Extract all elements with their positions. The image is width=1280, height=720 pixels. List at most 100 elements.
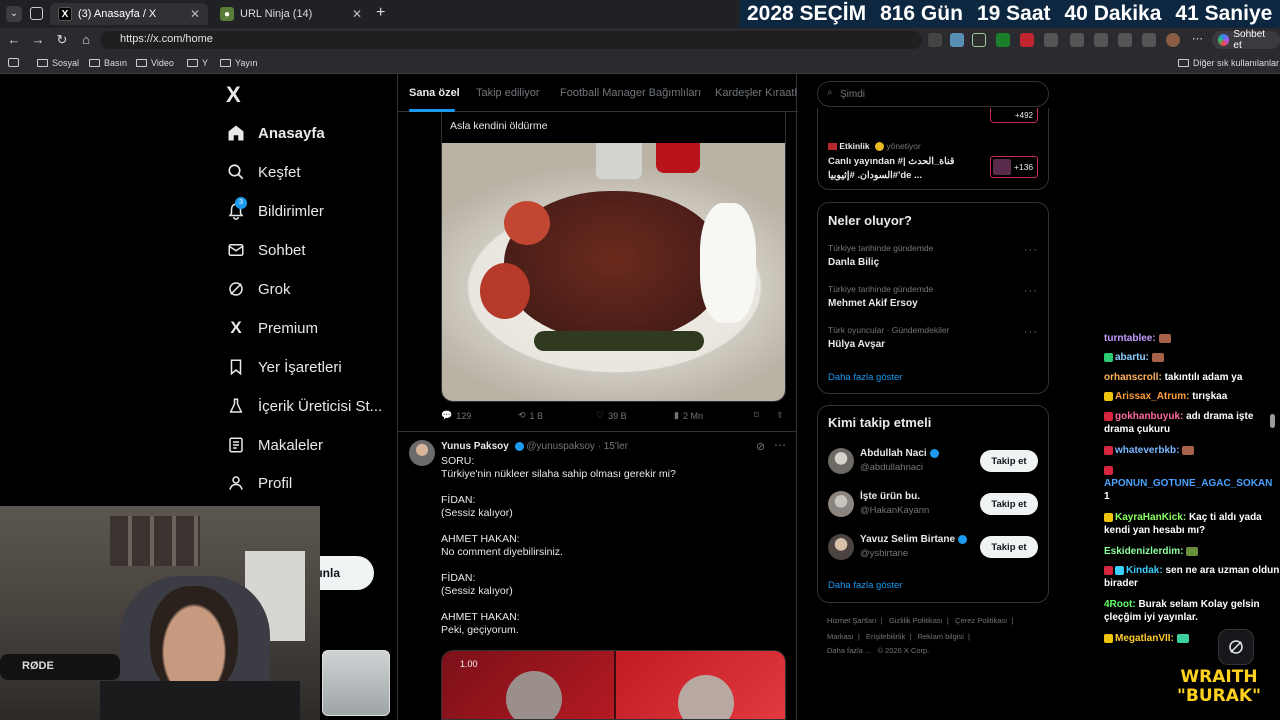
user-avatar[interactable] — [828, 448, 854, 474]
user-avatar[interactable] — [828, 491, 854, 517]
follow-button[interactable]: Takip et — [980, 536, 1038, 558]
author-handle[interactable]: @yunuspaksoy — [526, 441, 595, 452]
author-avatar[interactable] — [409, 440, 435, 466]
tab-actions-icon[interactable]: ⌄ — [6, 6, 22, 22]
show-more-link[interactable]: Daha fazla göster — [828, 372, 902, 383]
tweet-image-doner-plate[interactable] — [442, 143, 785, 401]
footer-link[interactable]: Gizlilik Politikası — [889, 616, 943, 625]
sidebar-item-bookmarks[interactable]: Yer İşaretleri — [226, 357, 342, 377]
subscriber-badge-icon — [1104, 633, 1113, 643]
extension-icon[interactable] — [1118, 33, 1132, 47]
profile-avatar[interactable] — [1166, 33, 1180, 47]
user-name-row[interactable]: Yavuz Selim Birtane — [860, 534, 968, 545]
reply-action[interactable]: 💬 129 — [441, 410, 471, 421]
sidebar-item-articles[interactable]: Makaleler — [226, 435, 323, 455]
extension-icon[interactable] — [928, 33, 942, 47]
tab-label: Football Manager Bağımlıları — [560, 87, 702, 99]
reading-list-icon[interactable] — [8, 58, 19, 67]
user-name-row[interactable]: İşte ürün bu. — [860, 491, 920, 502]
trend-context: Türkiye tarihinde gündemde — [828, 243, 934, 253]
workspaces-icon[interactable] — [30, 7, 43, 20]
sidebar-item-explore[interactable]: Keşfet — [226, 162, 301, 182]
extension-icon[interactable] — [950, 33, 964, 47]
sidebar-item-creator-studio[interactable]: İçerik Üreticisi St... — [226, 396, 382, 416]
trend-item[interactable]: Türk oyuncular · Gündemdekiler Hülya Avşa… — [828, 325, 949, 350]
tweet-video[interactable]: 1.00 — [441, 650, 786, 720]
sidebar-item-home[interactable]: Anasayfa — [226, 123, 325, 143]
show-more-link[interactable]: Daha fazla göster — [828, 580, 902, 591]
bookmark-label: Yayın — [235, 58, 258, 68]
tab-url-ninja[interactable]: ● URL Ninja (14) ✕ — [212, 3, 370, 25]
chat-message: gokhanbuyuk: adı drama işte drama çukuru — [1104, 410, 1280, 436]
tweet-more-icon[interactable]: ⋯ — [774, 438, 786, 452]
home-icon[interactable]: ⌂ — [78, 32, 94, 47]
extension-icon[interactable] — [1020, 33, 1034, 47]
sidebar-item-premium[interactable]: X Premium — [226, 318, 318, 338]
reload-icon[interactable]: ↻ — [54, 32, 70, 48]
tweet-time[interactable]: · 15'ler — [598, 441, 628, 452]
extension-icon[interactable] — [1044, 33, 1058, 47]
share-action[interactable]: ⇪ — [776, 410, 784, 421]
event-card[interactable]: +492 Etkinlik yönetiyor Canlı yayından #… — [817, 108, 1049, 190]
footer-link[interactable]: Erişilebilirlik — [866, 632, 905, 641]
bookmark-folder-sosyal[interactable]: Sosyal — [37, 58, 79, 68]
trend-more-icon[interactable]: ··· — [1024, 244, 1038, 256]
tab-list-kardesler[interactable]: Kardeşler Kıraath — [715, 87, 797, 99]
author-name[interactable]: Yunus Paksoy — [441, 441, 509, 452]
user-handle[interactable]: @HakanKayann — [860, 505, 929, 516]
sidebar-item-notifications[interactable]: 3 Bildirimler — [226, 197, 324, 221]
close-tab-icon[interactable]: ✕ — [190, 7, 200, 21]
extension-icon[interactable] — [972, 33, 986, 47]
footer-link[interactable]: Reklam bilgisi — [918, 632, 964, 641]
search-box[interactable]: ⌕ Şimdi — [817, 81, 1049, 107]
extension-icon[interactable] — [996, 33, 1010, 47]
new-tab-button[interactable]: + — [376, 4, 385, 22]
user-avatar[interactable] — [828, 534, 854, 560]
views-count: 2 Mn — [682, 410, 703, 421]
trend-item[interactable]: Türkiye tarihinde gündemde Danla Biliç — [828, 243, 933, 268]
tab-following[interactable]: Takip ediliyor — [476, 87, 540, 99]
extension-icon[interactable] — [1070, 33, 1084, 47]
bookmark-folder-basin[interactable]: Basın — [89, 58, 127, 68]
user-name-row[interactable]: Abdullah Naci — [860, 448, 939, 459]
follow-button[interactable]: Takip et — [980, 450, 1038, 472]
other-bookmarks[interactable]: Diğer sık kullanılanlar — [1178, 58, 1279, 68]
trend-more-icon[interactable]: ··· — [1024, 285, 1038, 297]
user-handle[interactable]: @ysbirtane — [860, 548, 908, 559]
footer-link[interactable]: Çerez Politikası — [955, 616, 1007, 625]
footer-copyright[interactable]: Daha fazla ... © 2026 X Corp. — [827, 646, 929, 655]
tab-x-home[interactable]: X (3) Anasayfa / X ✕ — [50, 3, 208, 25]
chat-scrollbar[interactable] — [1270, 414, 1275, 428]
sidebar-item-messages[interactable]: Sohbet — [226, 240, 306, 260]
tab-for-you[interactable]: Sana özel — [409, 87, 460, 112]
extension-icon[interactable] — [1142, 33, 1156, 47]
bookmark-folder-yayin[interactable]: Yayın — [220, 58, 257, 68]
forward-icon[interactable]: → — [30, 32, 46, 47]
user-handle[interactable]: @abdullahnaci — [860, 462, 923, 473]
tab-list-football-manager[interactable]: Football Manager Bağımlıları — [560, 87, 701, 99]
x-logo[interactable]: X — [226, 82, 241, 108]
footer-link[interactable]: Hizmet Şartları — [827, 616, 877, 625]
follow-button[interactable]: Takip et — [980, 493, 1038, 515]
more-menu-icon[interactable]: ⋯ — [1192, 32, 1203, 45]
bookmark-folder-video[interactable]: Video — [136, 58, 174, 68]
subscriber-badge-icon — [1104, 465, 1113, 475]
extension-icon[interactable] — [1094, 33, 1108, 47]
grok-explain-icon[interactable]: ⊘ — [756, 440, 765, 453]
sidebar-item-profile[interactable]: Profil — [226, 473, 292, 493]
back-icon[interactable]: ← — [6, 32, 22, 47]
repost-action[interactable]: ⟲ 1 B — [518, 410, 543, 421]
bookmark-folder-y[interactable]: Y — [187, 58, 208, 68]
bookmark-action[interactable]: ⌑ — [754, 410, 759, 421]
trend-item[interactable]: Türkiye tarihinde gündemde Mehmet Akif Er… — [828, 284, 933, 309]
close-tab-icon[interactable]: ✕ — [352, 7, 362, 21]
sidebar-item-grok[interactable]: Grok — [226, 279, 291, 299]
footer-link[interactable]: Markası — [827, 632, 854, 641]
event-thumb-image — [993, 159, 1011, 175]
url-field[interactable]: https://x.com/home — [100, 31, 922, 49]
quoted-tweet-card[interactable]: Asla kendini öldürme — [441, 112, 786, 402]
like-action[interactable]: ♡ 39 B — [596, 410, 627, 421]
views-action[interactable]: ▮ 2 Mn — [674, 410, 703, 421]
trend-more-icon[interactable]: ··· — [1024, 326, 1038, 338]
copilot-chat-button[interactable]: Sohbet et — [1212, 29, 1280, 51]
